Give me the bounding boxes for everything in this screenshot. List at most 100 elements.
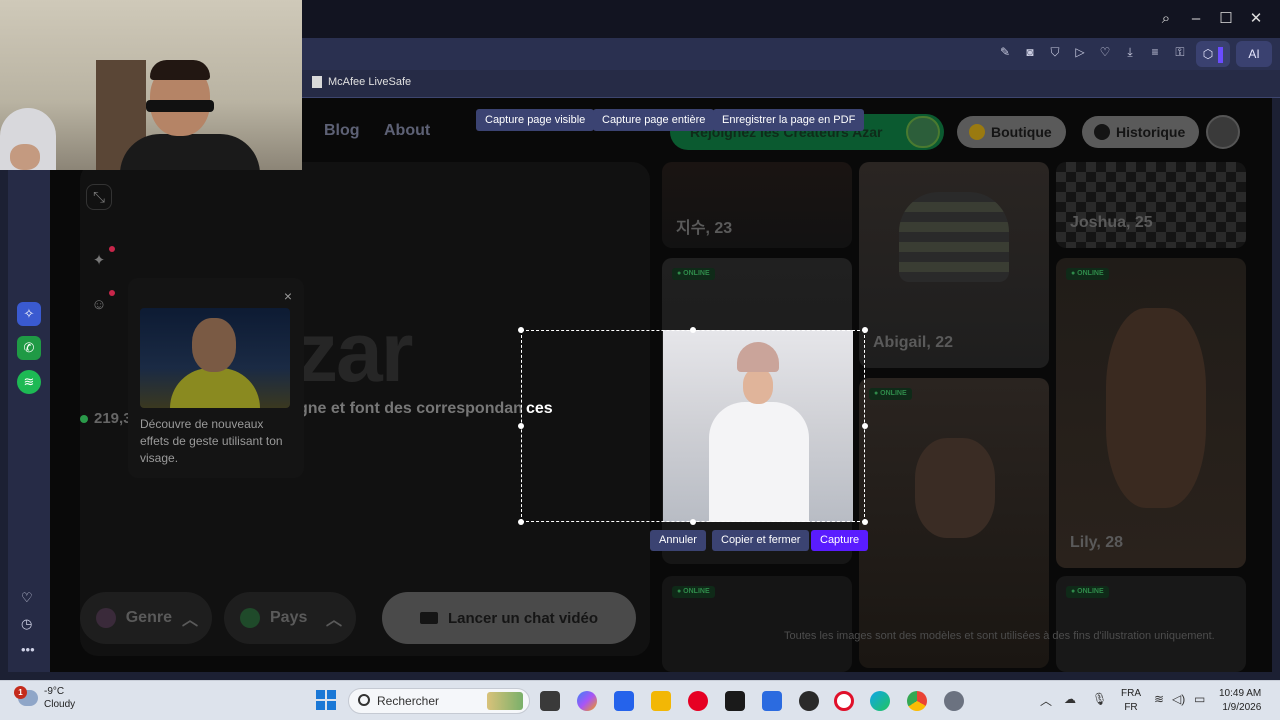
resize-handle[interactable] [518,423,524,429]
opera-icon[interactable] [834,691,854,711]
minimize-button[interactable]: – [1185,8,1207,30]
whatsapp-icon[interactable]: ✆ [17,336,41,360]
lock-icon[interactable]: ⚿ [1172,44,1188,60]
profile-card[interactable]: ● ONLINE [662,576,852,672]
clock[interactable]: 10:49 AM 1/9/2026 [1219,687,1261,715]
start-button[interactable] [316,690,336,710]
gesture-popover: × Découvre de nouveaux effets de geste u… [128,278,304,478]
shield-icon[interactable]: ⛉ [1047,44,1063,60]
resize-handle[interactable] [862,519,868,525]
ai-button[interactable]: AI [1236,41,1272,67]
close-icon[interactable]: × [284,288,292,304]
save-pdf-button[interactable]: Enregistrer la page en PDF [713,109,865,131]
battery-icon[interactable]: ▭ [1194,692,1205,706]
sparkle-effects-icon[interactable]: ✦ [86,248,112,274]
camera-icon[interactable]: ◙ [1022,44,1038,60]
avatar[interactable] [1206,115,1240,149]
resize-handle[interactable] [862,327,868,333]
capture-button[interactable]: Capture [811,530,869,551]
settings-icon[interactable] [944,691,964,711]
clock-icon[interactable]: ◷ [21,616,32,632]
profile-card[interactable]: ● ONLINE [859,378,1049,668]
close-button[interactable]: ✕ [1245,8,1267,30]
extension-cube-button[interactable]: ⬡ [1196,41,1230,67]
resize-handle[interactable] [518,327,524,333]
resize-handle[interactable] [518,519,524,525]
time: 10:49 AM [1219,688,1262,699]
copilot-icon[interactable] [577,691,597,711]
microphone-icon[interactable]: 🎙 [1092,692,1107,706]
selection-rectangle[interactable] [521,330,865,522]
edge-icon[interactable] [870,691,890,711]
pinterest-icon[interactable] [688,691,708,711]
shop-button[interactable]: Boutique [957,116,1066,148]
nav-blog[interactable]: Blog [324,122,360,140]
online-count: 219,3 [80,410,132,427]
tagline: gne et font des correspondan [298,400,523,417]
resize-handle[interactable] [690,519,696,525]
online-badge: ● ONLINE [672,268,715,280]
more-icon[interactable]: ••• [21,642,35,657]
davinci-icon[interactable] [799,691,819,711]
bookmark-mcafee[interactable]: McAfee LiveSafe [312,76,411,88]
wifi-icon[interactable]: ≋ [1154,692,1164,706]
search-icon[interactable]: ⌕ [1155,8,1177,30]
search-highlight-icon [487,692,523,710]
capture-visible-button[interactable]: Capture page visible [476,109,595,131]
profile-photo [1106,308,1206,508]
resize-handle[interactable] [690,327,696,333]
volume-icon[interactable]: ◁) [1172,692,1185,706]
file-explorer-icon[interactable] [651,691,671,711]
download-icon[interactable]: ⤓ [1122,44,1138,60]
copy-close-button[interactable]: Copier et fermer [712,530,810,551]
task-view-icon[interactable] [540,691,560,711]
maximize-button[interactable]: ☐ [1215,8,1237,30]
weather-widget[interactable]: 1 -9°C Cloudy [14,685,76,711]
profile-card[interactable]: 지수, 23 [662,162,852,248]
nav-about[interactable]: About [384,122,430,140]
popover-person-shirt [170,368,260,408]
edit-icon[interactable]: ✎ [997,44,1013,60]
language-indicator[interactable]: FRA FR [1121,687,1141,715]
start-tile [327,701,336,710]
heart-icon[interactable]: ♡ [21,590,33,606]
ai-label: AI [1248,47,1260,61]
profile-card[interactable]: ● ONLINE Lily, 28 [1056,258,1246,568]
profile-photo [915,438,995,538]
minimize-view-icon[interactable]: ⤡ [86,184,112,210]
cancel-button[interactable]: Annuler [650,530,706,551]
page-icon [312,76,322,88]
store-icon[interactable] [614,691,634,711]
spotify-icon[interactable]: ≋ [17,370,41,394]
heart-icon[interactable]: ♡ [1097,44,1113,60]
affinity-icon[interactable] [725,691,745,711]
popover-image [140,308,290,408]
profile-card[interactable]: ● ONLINE [1056,576,1246,672]
weather-desc: Cloudy [44,699,76,710]
capture-full-button[interactable]: Capture page entière [593,109,715,131]
notification-dot [109,290,115,296]
profile-card[interactable]: Abigail, 22 [859,162,1049,368]
browser-sidebar: ✧ ✆ ≋ ♡ ◷ ••• [8,98,50,672]
taskbar-search[interactable]: Rechercher [348,688,530,714]
genre-filter[interactable]: Genre ︿ [80,592,212,644]
messenger-icon[interactable]: ✧ [17,302,41,326]
face-gesture-icon[interactable]: ☺ [86,292,112,318]
gender-icon [96,608,116,628]
chevron-up-icon[interactable]: ︿ [1040,692,1052,709]
clock-icon [1094,124,1110,140]
chrome-icon[interactable] [907,691,927,711]
country-label: Pays [270,609,308,626]
toolbar-icons: ✎ ◙ ⛉ ▷ ♡ ⤓ ≡ ⚿ [997,44,1188,60]
app-icon[interactable] [762,691,782,711]
profile-label: 지수, 23 [676,220,733,237]
creators-badge-icon [906,116,940,148]
profile-card[interactable]: Joshua, 25 [1056,162,1246,248]
resize-handle[interactable] [862,423,868,429]
start-video-chat-button[interactable]: Lancer un chat vidéo [382,592,636,644]
menu-lines-icon[interactable]: ≡ [1147,44,1163,60]
country-filter[interactable]: Pays ︿ [224,592,356,644]
cloud-sync-icon[interactable]: ☁ [1064,692,1076,706]
history-button[interactable]: Historique [1082,116,1200,148]
play-icon[interactable]: ▷ [1072,44,1088,60]
